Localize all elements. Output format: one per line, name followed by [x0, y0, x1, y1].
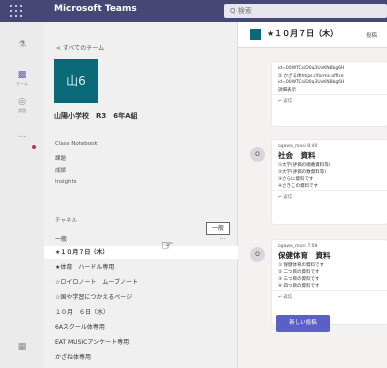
channel-kazane[interactable]: かざね体専用	[44, 351, 238, 364]
channel-header: ★１０月７日（木） 投稿	[238, 22, 387, 48]
channel-study-pages[interactable]: ☆国や学習につかえるページ	[44, 291, 238, 304]
channel-label: ☆ロイロノート ムーブノート	[55, 279, 139, 286]
nav-item-class-notebook[interactable]: Class Notebook	[55, 141, 98, 154]
apps-icon[interactable]: ▦	[12, 342, 32, 352]
post-card[interactable]: ogawa_mosi 7:09 保健体育 資料 ① 保健体育の資料です ② 二つ…	[272, 240, 387, 324]
post-line: ③さらに資料です	[278, 177, 314, 182]
channel-loilo[interactable]: ☆ロイロノート ムーブノート	[44, 276, 238, 289]
post-line: ① 保健体育の資料です	[278, 263, 324, 268]
channel-label: ★１０月７日（木）	[55, 249, 109, 256]
channel-label: 一般	[55, 236, 68, 243]
channel-6a-school[interactable]: 6Aスクール体専用	[44, 321, 238, 334]
channel-label: 6Aスクール体専用	[55, 324, 105, 331]
channel-pe-hurdles[interactable]: ★体育 ハードル専用	[44, 261, 238, 274]
nav-item-insights[interactable]: Insights	[55, 179, 98, 192]
channel-label: １０月 ６日（水）	[55, 309, 110, 316]
channel-content: ★１０月７日（木） 投稿 id=00WTCsiD0q3UvKN8bg6H ② か…	[238, 22, 387, 368]
search-input[interactable]: Q 検索	[224, 4, 387, 18]
post-card[interactable]: ogawa_mosi 8:40 社会 資料 ①大学(評価の順番資料等) ②大学(…	[272, 140, 387, 224]
rail-label-teams: チーム	[16, 81, 28, 86]
post-author: ogawa_mosi 8:40	[278, 144, 318, 149]
team-logo: 山6	[54, 59, 98, 103]
nav-item-assignments[interactable]: 課題	[55, 154, 98, 167]
post-link[interactable]: ② かざる体htips://forms.office	[272, 73, 387, 80]
reply-button[interactable]: ↩ 返信	[272, 190, 387, 203]
post-subject: 社会 資料	[278, 151, 316, 160]
post-line: ④さきこの資料です	[278, 184, 319, 189]
teams-icon[interactable]: ▩ チーム	[12, 70, 32, 87]
reply-button[interactable]: ↩ 返信	[272, 94, 387, 107]
post-line: ④ 四つ目の資料です	[278, 284, 320, 289]
reply-button[interactable]: ↩ 返信	[272, 290, 387, 303]
post-subject: 保健体育 資料	[278, 251, 331, 260]
notification-dot	[32, 145, 36, 149]
nav-item-grades[interactable]: 成績	[55, 166, 98, 179]
post-line: ①大学(評価の順番資料等)	[278, 163, 331, 168]
activity-icon[interactable]: ⚗	[12, 40, 32, 50]
channel-team-icon	[250, 29, 261, 40]
post-author: ogawa_mosi 7:09	[278, 244, 318, 249]
post-line: ② 二つ目の資料です	[278, 270, 320, 275]
team-pane: < すべてのチーム 山6 山陽小学校 R3 6年A組 Class Noteboo…	[44, 22, 238, 368]
more-icon[interactable]: ...	[12, 130, 32, 140]
team-name: 山陽小学校 R3 6年A組	[54, 112, 138, 120]
channels-heading: チャネル	[55, 218, 77, 224]
post-card[interactable]: id=00WTCsiD0q3UvKN8bg6H ② かざる体htips://fo…	[272, 62, 387, 126]
channel-label: EAT MUSICアンケート専用	[55, 339, 130, 346]
channel-label: かざね体専用	[55, 354, 92, 361]
app-launcher-icon[interactable]	[10, 5, 22, 17]
avatar: O	[250, 147, 265, 162]
app-title: Microsoft Teams	[54, 4, 137, 14]
post-line: ③ 三つ目の資料です	[278, 277, 320, 282]
channel-eat-music[interactable]: EAT MUSICアンケート専用	[44, 336, 238, 349]
rail-label-assignments: 課題	[18, 108, 26, 113]
see-more-link[interactable]: 詳細表示	[272, 87, 387, 94]
tab-posts[interactable]: 投稿	[366, 31, 377, 39]
title-bar: Microsoft Teams Q 検索	[0, 0, 387, 22]
channel-tooltip: 一般	[206, 222, 230, 235]
app-rail: ⚗ ▩ チーム ◎ 課題 ... ▦	[0, 22, 44, 368]
new-post-button[interactable]: 新しい投稿	[276, 315, 330, 332]
hand-cursor-icon: ☞	[161, 238, 174, 254]
post-line: ②大学(評価の数資料等)	[278, 170, 327, 175]
channel-oct7[interactable]: ★１０月７日（木）	[44, 246, 238, 259]
channel-label: ★体育 ハードル専用	[55, 264, 115, 271]
channel-title: ★１０月７日（木）	[267, 29, 339, 38]
post-line: id=00WTCsiD0q3UvKN8bg6H	[278, 66, 345, 71]
post-line: id=00WTCsiD0q3UvKN8bg6H	[278, 80, 345, 85]
channel-oct6[interactable]: １０月 ６日（水）	[44, 306, 238, 319]
channel-label: ☆国や学習につかえるページ	[55, 294, 133, 301]
team-nav: Class Notebook 課題 成績 Insights	[55, 141, 98, 191]
avatar: O	[250, 247, 265, 262]
assignments-icon[interactable]: ◎ 課題	[12, 97, 32, 114]
back-to-all-teams-link[interactable]: < すべてのチーム	[56, 43, 104, 52]
